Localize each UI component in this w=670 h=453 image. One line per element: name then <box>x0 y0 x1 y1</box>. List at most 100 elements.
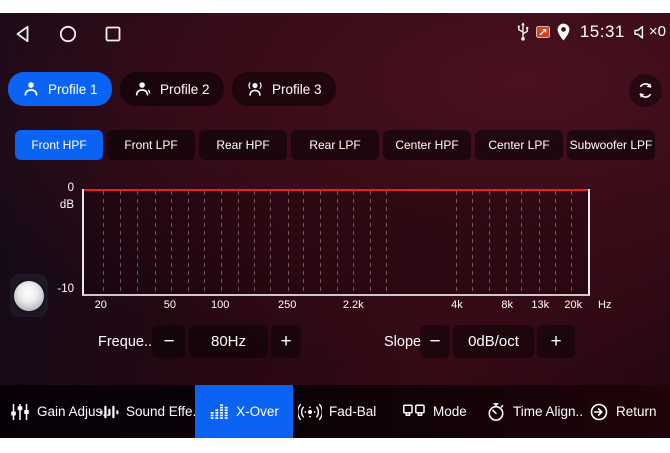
volume-muted-indicator[interactable]: ×0 <box>633 23 666 41</box>
gridline <box>506 191 507 294</box>
nav-gain-adjust[interactable]: Gain Adjus.. <box>10 385 110 438</box>
profile-label: Profile 2 <box>160 82 210 97</box>
frequency-value: 80Hz <box>189 325 268 358</box>
sd-card-icon <box>536 26 550 38</box>
volume-knob-container <box>10 274 48 317</box>
location-icon <box>555 22 572 42</box>
rotary-knob[interactable] <box>14 281 44 311</box>
x-tick-label: 250 <box>278 299 296 311</box>
person-icon <box>22 80 40 98</box>
response-curve-0db <box>84 189 588 191</box>
gridline <box>489 191 490 294</box>
fader-balance-speaker-icon <box>298 402 322 422</box>
frequency-response-plot <box>82 189 590 296</box>
bottom-nav-bar: Gain Adjus.. Sound Effe.. <box>0 385 670 438</box>
gridline <box>254 191 255 294</box>
nav-label: Sound Effe.. <box>126 404 200 419</box>
slope-plus-button[interactable]: + <box>537 325 575 358</box>
chart-x-ticks: 20501002502.2k4k8k13k20k <box>82 299 590 313</box>
tab-front-lpf[interactable]: Front LPF <box>107 130 195 160</box>
gridline <box>120 191 121 294</box>
gridline <box>521 191 522 294</box>
profile-tabs: Profile 1 Profile 2 Profile 3 <box>8 72 336 106</box>
tab-rear-hpf[interactable]: Rear HPF <box>199 130 287 160</box>
tab-center-hpf[interactable]: Center HPF <box>383 130 471 160</box>
profile-label: Profile 1 <box>48 82 98 97</box>
status-icons: 15:31 ×0 <box>515 21 666 42</box>
gridline <box>353 191 354 294</box>
tab-subwoofer-lpf[interactable]: Subwoofer LPF <box>567 130 655 160</box>
x-tick-label: 100 <box>211 299 229 311</box>
profile-label: Profile 3 <box>272 82 322 97</box>
home-icon[interactable] <box>59 25 77 43</box>
x-tick-label: 20 <box>95 299 107 311</box>
tab-profile-1[interactable]: Profile 1 <box>8 72 112 106</box>
sound-effect-bars-icon <box>99 402 119 422</box>
x-unit-hz: Hz <box>598 299 611 311</box>
gridline <box>571 191 572 294</box>
nav-return[interactable]: Return <box>589 385 657 438</box>
clock: 15:31 <box>580 22 625 42</box>
slope-value: 0dB/oct <box>453 325 534 358</box>
nav-label: X-Over <box>236 404 279 419</box>
y-unit-db: dB <box>60 199 74 211</box>
nav-time-align[interactable]: Time Align.. <box>486 385 583 438</box>
back-icon[interactable] <box>14 25 31 43</box>
slope-minus-button[interactable]: − <box>420 325 450 358</box>
gridline <box>370 191 371 294</box>
gridline <box>303 191 304 294</box>
nav-mode[interactable]: Mode <box>402 385 467 438</box>
gridline <box>320 191 321 294</box>
return-arrow-icon <box>589 402 609 422</box>
status-bar: 15:31 ×0 <box>0 13 670 57</box>
gridline <box>386 191 387 294</box>
y-label-0: 0 <box>68 182 74 194</box>
recents-icon[interactable] <box>105 26 121 42</box>
android-nav-keys <box>14 25 121 43</box>
gridline <box>270 191 271 294</box>
y-label-minus10: -10 <box>57 283 74 295</box>
gridline <box>238 191 239 294</box>
frequency-label: Freque.. <box>98 325 152 358</box>
gridline <box>188 191 189 294</box>
stopwatch-icon <box>486 402 506 422</box>
x-tick-label: 8k <box>501 299 513 311</box>
x-tick-label: 20k <box>564 299 582 311</box>
reset-button[interactable] <box>629 74 662 107</box>
head-unit-screen: 15:31 ×0 Profile 1 <box>0 0 670 453</box>
filter-tabs: Front HPF Front LPF Rear HPF Rear LPF Ce… <box>15 130 655 160</box>
nav-sound-effect[interactable]: Sound Effe.. <box>99 385 200 438</box>
gridline <box>103 191 104 294</box>
frequency-plus-button[interactable]: + <box>271 325 301 358</box>
gridline <box>288 191 289 294</box>
speaker-icon <box>633 23 648 41</box>
gridline <box>456 191 457 294</box>
gridline <box>137 191 138 294</box>
tab-profile-2[interactable]: Profile 2 <box>120 72 224 106</box>
gridline <box>539 191 540 294</box>
nav-label: Return <box>616 404 657 419</box>
refresh-icon <box>636 81 655 100</box>
x-tick-label: 4k <box>451 299 463 311</box>
slope-label: Slope <box>384 325 421 358</box>
nav-label: Fad-Bal <box>329 404 376 419</box>
nav-x-over[interactable]: X-Over <box>195 385 293 438</box>
crossover-eq-icon <box>209 402 229 422</box>
gridline <box>171 191 172 294</box>
gridline <box>155 191 156 294</box>
nav-fad-bal[interactable]: Fad-Bal <box>298 385 376 438</box>
mode-windows-icon <box>402 402 426 422</box>
gridline <box>204 191 205 294</box>
tab-front-hpf[interactable]: Front HPF <box>15 130 103 160</box>
gridline <box>555 191 556 294</box>
gridline <box>472 191 473 294</box>
chart-y-axis-labels: 0 dB -10 <box>50 182 78 302</box>
frequency-minus-button[interactable]: − <box>152 325 186 358</box>
nav-label: Mode <box>433 404 467 419</box>
tab-profile-3[interactable]: Profile 3 <box>232 72 336 106</box>
person-with-waves-icon <box>246 80 264 98</box>
tab-rear-lpf[interactable]: Rear LPF <box>291 130 379 160</box>
gain-sliders-icon <box>10 402 30 422</box>
tab-center-lpf[interactable]: Center LPF <box>475 130 563 160</box>
x-tick-label: 50 <box>164 299 176 311</box>
